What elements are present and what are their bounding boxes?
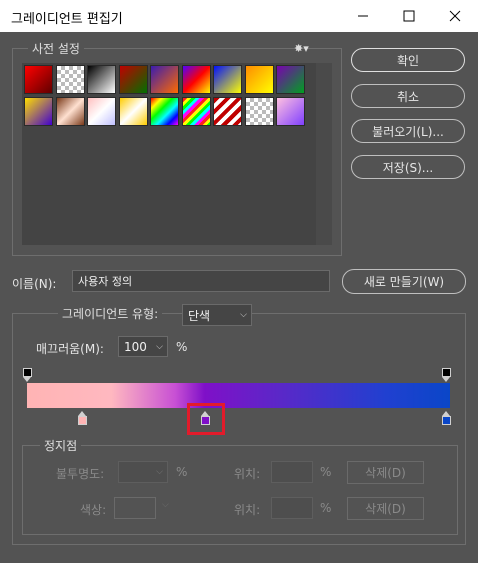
opacity-stop-left-pointer bbox=[23, 377, 31, 382]
preset-swatch[interactable] bbox=[118, 96, 148, 126]
chevron-down-icon: ⌵ bbox=[156, 341, 163, 352]
location-input-2[interactable] bbox=[271, 497, 313, 519]
preset-swatch[interactable] bbox=[244, 96, 274, 126]
chevron-down-icon: ⌵ bbox=[240, 310, 247, 320]
maximize-button[interactable] bbox=[386, 0, 432, 32]
gradient-type-value: 단색 bbox=[188, 308, 211, 323]
minimize-button[interactable] bbox=[340, 0, 386, 32]
save-button[interactable]: 저장(S)... bbox=[351, 155, 465, 179]
close-button[interactable] bbox=[432, 0, 478, 32]
presets-title: 사전 설정 bbox=[28, 40, 84, 57]
load-button[interactable]: 불러오기(L)... bbox=[351, 119, 465, 143]
color-stop-1[interactable] bbox=[78, 416, 87, 425]
preset-swatch[interactable] bbox=[150, 65, 179, 94]
name-input[interactable]: 사용자 정의 bbox=[72, 270, 330, 292]
color-stop-3[interactable] bbox=[442, 416, 451, 425]
preset-swatch[interactable] bbox=[213, 96, 242, 126]
color-label: 색상: bbox=[80, 503, 107, 517]
stops-group bbox=[22, 445, 458, 535]
smoothness-select[interactable]: 100 ⌵ bbox=[118, 336, 168, 357]
preset-swatch[interactable] bbox=[55, 96, 85, 126]
stops-title: 정지점 bbox=[40, 437, 82, 454]
color-swatch[interactable] bbox=[114, 497, 156, 519]
opacity-stop-right[interactable] bbox=[442, 368, 451, 377]
location-unit-1: % bbox=[320, 465, 332, 479]
preset-swatch[interactable] bbox=[244, 65, 274, 94]
opacity-stop-left[interactable] bbox=[23, 368, 32, 377]
preset-swatch[interactable] bbox=[24, 65, 53, 94]
new-button[interactable]: 새로 만들기(W) bbox=[342, 269, 466, 294]
chevron-down-icon: ⌵ bbox=[162, 500, 169, 510]
window-title: 그레이디언트 편집기 bbox=[11, 12, 123, 27]
location-label-1: 위치: bbox=[234, 467, 261, 481]
ok-button[interactable]: 확인 bbox=[351, 48, 465, 72]
minimize-icon bbox=[358, 15, 368, 17]
preset-swatch[interactable] bbox=[87, 65, 116, 94]
title-bar: 그레이디언트 편집기 bbox=[0, 0, 478, 32]
preset-swatch[interactable] bbox=[276, 65, 305, 94]
preset-swatch[interactable] bbox=[55, 65, 85, 94]
chevron-down-icon: ⌵ bbox=[156, 467, 163, 477]
location-unit-2: % bbox=[320, 501, 332, 515]
gear-icon[interactable]: ✸▾ bbox=[294, 42, 309, 55]
gradient-type-label: 그레이디언트 유형: bbox=[58, 305, 163, 322]
preset-swatch[interactable] bbox=[87, 96, 116, 126]
cancel-button[interactable]: 취소 bbox=[351, 84, 465, 108]
smoothness-label: 매끄러움(M): bbox=[36, 342, 104, 356]
selected-stop-highlight bbox=[187, 403, 225, 435]
preset-swatch[interactable] bbox=[150, 96, 179, 126]
maximize-icon bbox=[403, 10, 415, 22]
preset-swatch[interactable] bbox=[276, 96, 305, 126]
opacity-unit: % bbox=[176, 465, 188, 479]
opacity-select[interactable]: ⌵ bbox=[118, 461, 168, 483]
delete-button-1[interactable]: 삭제(D) bbox=[347, 461, 424, 484]
location-label-2: 위치: bbox=[234, 503, 261, 517]
preset-swatch[interactable] bbox=[181, 65, 211, 94]
gradient-bar[interactable] bbox=[27, 383, 450, 408]
close-icon bbox=[449, 10, 461, 22]
opacity-stop-right-pointer bbox=[442, 377, 450, 382]
name-label: 이름(N): bbox=[12, 277, 57, 291]
gradient-type-select[interactable]: 단색 ⌵ bbox=[182, 304, 252, 326]
preset-swatch[interactable] bbox=[213, 65, 242, 94]
smoothness-value: 100 bbox=[124, 339, 147, 354]
location-input-1[interactable] bbox=[271, 461, 313, 483]
preset-swatch[interactable] bbox=[24, 96, 53, 126]
preset-swatch[interactable] bbox=[118, 65, 148, 94]
opacity-label: 불투명도: bbox=[56, 467, 105, 481]
preset-swatch[interactable] bbox=[181, 96, 211, 126]
smoothness-unit: % bbox=[176, 340, 188, 354]
scrollbar[interactable] bbox=[316, 63, 332, 245]
delete-button-2[interactable]: 삭제(D) bbox=[347, 497, 424, 520]
